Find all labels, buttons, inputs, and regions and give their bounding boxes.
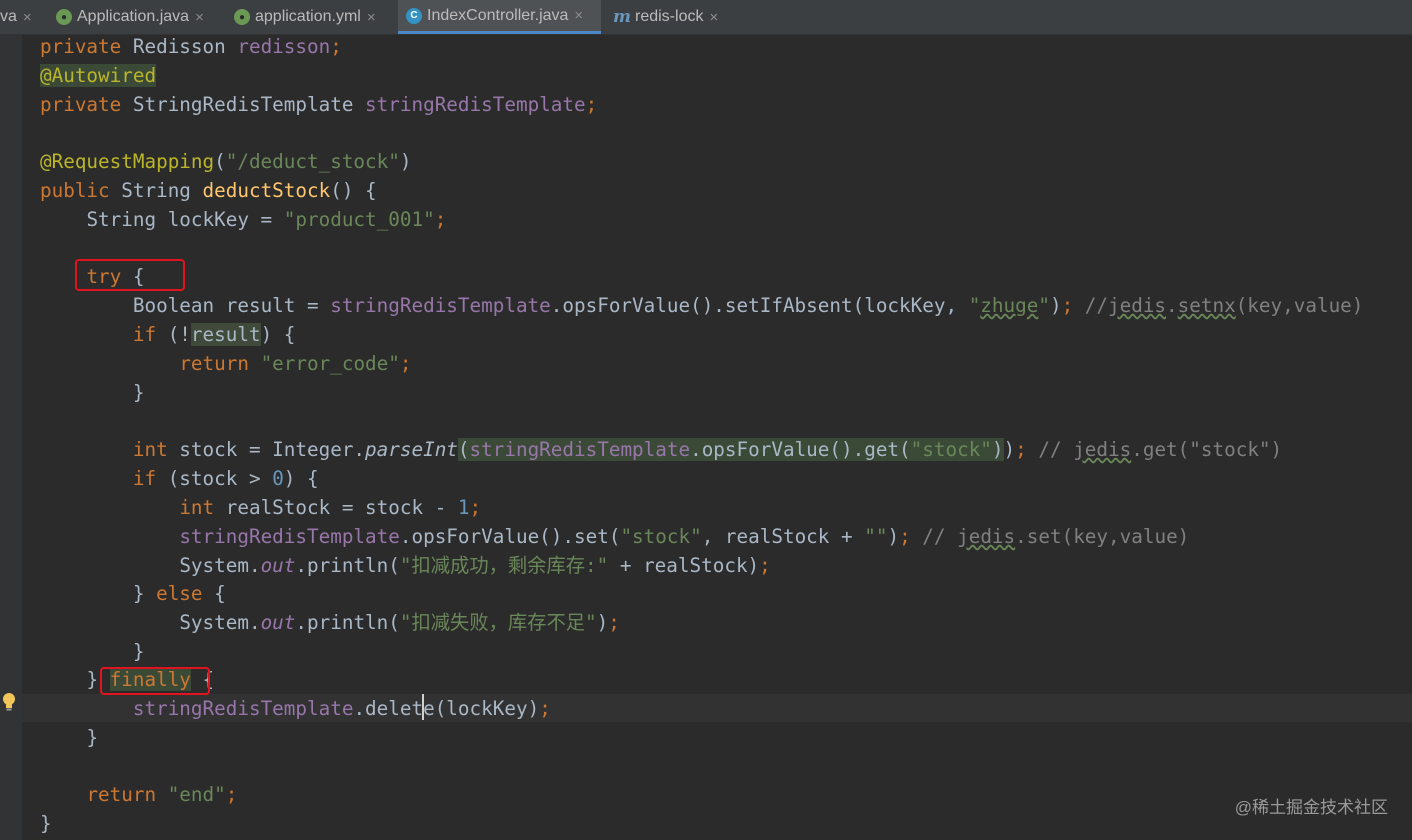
code-line: System.out.println("扣减成功，剩余库存:" + realSt… (179, 554, 771, 577)
code-line: @RequestMapping("/deduct_stock") (40, 150, 412, 173)
code-line: private StringRedisTemplate stringRedisT… (40, 93, 598, 116)
try-highlight-box (75, 259, 185, 291)
code-editor[interactable]: private Redisson redisson; @Autowired pr… (0, 34, 1412, 840)
code-line: System.out.println("扣减失败，库存不足"); (179, 611, 620, 634)
tab-label: IndexController.java (427, 6, 569, 24)
code-line: if (!result) { (132, 323, 296, 346)
code-line: } (40, 812, 52, 835)
lightbulb-icon[interactable] (2, 692, 16, 712)
tab-label: Application.java (77, 8, 190, 25)
tab-index-controller[interactable]: C IndexController.java × (398, 0, 601, 34)
code-line: } (132, 640, 145, 663)
code-line: return "error_code"; (179, 352, 412, 375)
editor-tab-bar: va × ● Application.java × ● application.… (0, 0, 1412, 35)
spring-class-icon: ● (56, 9, 72, 25)
finally-highlight-box (100, 667, 210, 695)
text-caret (422, 694, 424, 720)
class-icon: C (406, 7, 422, 24)
watermark: @稀土掘金技术社区 (1234, 798, 1388, 817)
code-line: String lockKey = "product_001"; (86, 208, 447, 231)
close-icon[interactable]: × (709, 9, 718, 26)
code-line: int realStock = stock - 1; (179, 496, 482, 519)
tab-partial[interactable]: va × (0, 0, 42, 34)
code-line: } else { (132, 582, 226, 605)
tab-application-yml[interactable]: ● application.yml × (226, 0, 396, 34)
code-line: Boolean result = stringRedisTemplate.ops… (132, 294, 1364, 317)
code-line: if (stock > 0) { (132, 467, 319, 490)
code-line: @Autowired (40, 64, 157, 87)
close-icon[interactable]: × (23, 9, 32, 26)
code-line: private Redisson redisson; (40, 35, 342, 58)
tab-label: redis-lock (635, 8, 704, 25)
code-line: public String deductStock() { (40, 179, 377, 202)
code-line: return "end"; (86, 783, 238, 806)
tab-label: va (0, 8, 17, 25)
code-line: int stock = Integer.parseInt(stringRedis… (132, 438, 1283, 461)
tab-label: application.yml (255, 8, 361, 25)
close-icon[interactable]: × (574, 7, 583, 24)
editor-gutter (0, 34, 22, 840)
code-line-current: stringRedisTemplate.delete(lockKey); (132, 697, 551, 720)
close-icon[interactable]: × (367, 9, 376, 26)
close-icon[interactable]: × (195, 9, 204, 26)
code-line: } (86, 726, 99, 749)
tab-redis-lock[interactable]: m redis-lock × (605, 0, 735, 34)
module-icon: m (613, 7, 631, 27)
tab-application-java[interactable]: ● Application.java × (48, 0, 224, 34)
code-line: stringRedisTemplate.opsForValue().set("s… (179, 525, 1190, 548)
code-line: } (132, 381, 145, 404)
spring-config-icon: ● (234, 9, 250, 25)
